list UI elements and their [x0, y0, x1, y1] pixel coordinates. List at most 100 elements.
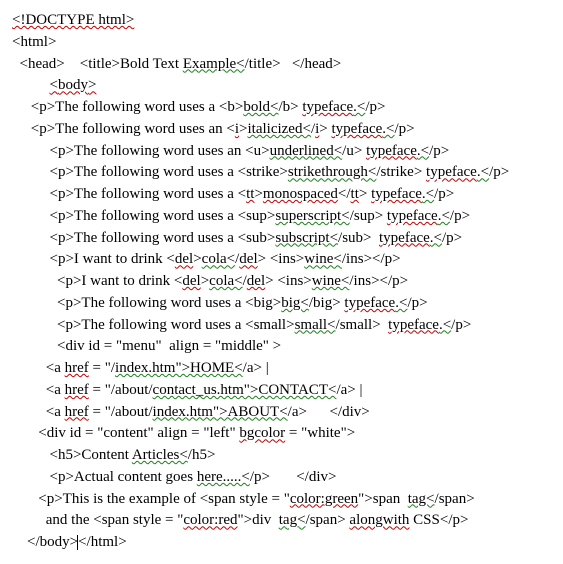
spellcheck-marked-text: <!DOCTYPE html> [12, 12, 134, 28]
spellcheck-marked-text: index.htm">ABOUT< [153, 404, 288, 420]
code-line: <p>The following word uses a <small>smal… [12, 315, 551, 337]
code-text: > <ins> [265, 273, 312, 289]
spellcheck-marked-text: alongwith [349, 512, 409, 528]
code-text: /p> [442, 230, 462, 246]
code-line: <p>The following word uses an <i>italici… [12, 119, 551, 141]
spellcheck-marked-text: index.htm">HOME< [115, 360, 243, 376]
spellcheck-marked-text: big< [281, 295, 309, 311]
code-line: and the <span style = "color:red">div ta… [12, 510, 551, 532]
code-text: /strike> [376, 164, 426, 180]
code-text: /sup> [350, 208, 387, 224]
code-text: <p>The following word uses a <sup> [50, 208, 276, 224]
code-line: <p>The following word uses a <sub>subscr… [12, 228, 551, 250]
code-line: <p>The following word uses a <b>bold</b>… [12, 97, 551, 119]
code-line: <h5>Content Articles</h5> [12, 445, 551, 467]
spellcheck-marked-text: small< [295, 317, 336, 333]
spellcheck-marked-text: Articles< [132, 447, 188, 463]
code-text: <p>The following word uses a <strike> [50, 164, 288, 180]
spellcheck-marked-text: .< [477, 164, 489, 180]
spellcheck-marked-text: tag< [279, 512, 306, 528]
code-text: </ [338, 186, 351, 202]
code-text: CSS</p> [409, 512, 468, 528]
code-text: <p>This is the example of <span style = … [38, 491, 290, 507]
code-text: <div id = "menu" align = "middle" > [57, 338, 281, 354]
code-text: /a> | [243, 360, 269, 376]
code-text: /p> [489, 164, 509, 180]
spellcheck-marked-text: > [88, 77, 96, 93]
code-text: /p> [434, 186, 454, 202]
code-text: /p> [365, 99, 385, 115]
code-text: <a [46, 360, 65, 376]
code-text: <head> <title>Bold Text [20, 56, 183, 72]
code-text: <p>The following word uses an <u> [50, 143, 270, 159]
code-text: = "/about/ [89, 404, 153, 420]
code-text: <p>The following word uses a <sub> [50, 230, 276, 246]
code-line: <p>The following word uses a <strike>str… [12, 162, 551, 184]
spellcheck-marked-text: tt [351, 186, 359, 202]
code-line: </body></html> [12, 532, 551, 554]
code-text: <p>The following word uses a < [50, 186, 247, 202]
code-text: /span> [435, 491, 475, 507]
spellcheck-marked-text: tag< [408, 491, 435, 507]
code-text: <p>The following word uses a <big> [57, 295, 281, 311]
code-text: /h5> [188, 447, 216, 463]
code-line: <a href = "/about/contact_us.htm">CONTAC… [12, 380, 551, 402]
spellcheck-marked-text: .< [422, 186, 434, 202]
spellcheck-marked-text: .< [438, 208, 450, 224]
code-line: <a href = "/about/index.htm">ABOUT</a> <… [12, 402, 551, 424]
spellcheck-marked-text: typeface [332, 121, 383, 137]
spellcheck-marked-text: color:red [183, 512, 237, 528]
code-text: <p>I want to drink < [50, 251, 175, 267]
code-text: <p>The following word uses an < [31, 121, 235, 137]
spellcheck-marked-text: .< [382, 121, 394, 137]
spellcheck-marked-text: typeface [387, 208, 438, 224]
spellcheck-marked-text: .< [439, 317, 451, 333]
code-text: /small> [336, 317, 389, 333]
spellcheck-marked-text: < [50, 77, 58, 93]
code-text: > [201, 273, 209, 289]
spellcheck-marked-text: href [65, 382, 89, 398]
code-text: > [193, 251, 201, 267]
code-line: <a href = "/index.htm">HOME</a> | [12, 358, 551, 380]
code-line: <p>The following word uses an <u>underli… [12, 141, 551, 163]
code-line: <p>The following word uses a < tt> monospa… [12, 184, 551, 206]
code-text: <div id = "content" align = "left" [38, 425, 239, 441]
code-text: > <ins> [258, 251, 305, 267]
spellcheck-marked-text: bold< [243, 99, 278, 115]
code-text: /ins></p> [349, 273, 408, 289]
code-text: <p>I want to drink < [57, 273, 182, 289]
spellcheck-marked-text: href [65, 404, 89, 420]
code-text: = "white"> [285, 425, 355, 441]
code-text: </html> [78, 534, 127, 550]
code-line: <div id = "content" align = "left" bgcol… [12, 423, 551, 445]
spellcheck-marked-text: superscript< [275, 208, 349, 224]
code-text: > [359, 186, 371, 202]
code-text: <p>Actual content goes [50, 469, 197, 485]
spellcheck-marked-text: href [65, 360, 89, 376]
code-text: <p>The following word uses a <small> [57, 317, 295, 333]
spellcheck-marked-text: .< [395, 295, 407, 311]
spellcheck-marked-text: del [175, 251, 193, 267]
code-text: = "/ [89, 360, 115, 376]
code-line: <head> <title>Bold Text Example</title> … [12, 54, 551, 76]
code-text: > [319, 121, 331, 137]
code-line: <body> [12, 75, 551, 97]
code-text: /span> [306, 512, 350, 528]
code-text: = "/about/ [89, 382, 153, 398]
spellcheck-marked-text: typeface [302, 99, 353, 115]
code-text: <html> [12, 34, 56, 50]
spellcheck-marked-text: del [247, 273, 265, 289]
code-text: <a [46, 404, 65, 420]
code-text: /p> [450, 208, 470, 224]
spellcheck-marked-text: Example< [183, 56, 245, 72]
spellcheck-marked-text: .< [417, 143, 429, 159]
spellcheck-marked-text: underlined< [270, 143, 343, 159]
spellcheck-marked-text: cola< [202, 251, 235, 267]
spellcheck-marked-text: monospaced [263, 186, 338, 202]
code-text: /p> [451, 317, 471, 333]
code-line: <p>Actual content goes here.....</p> </d… [12, 467, 551, 489]
spellcheck-marked-text: italicized< [248, 121, 311, 137]
code-line: <p>I want to drink <del>cola</del> <ins>… [12, 271, 551, 293]
code-text: /a> </div> [288, 404, 370, 420]
spellcheck-marked-text: cola< [209, 273, 242, 289]
